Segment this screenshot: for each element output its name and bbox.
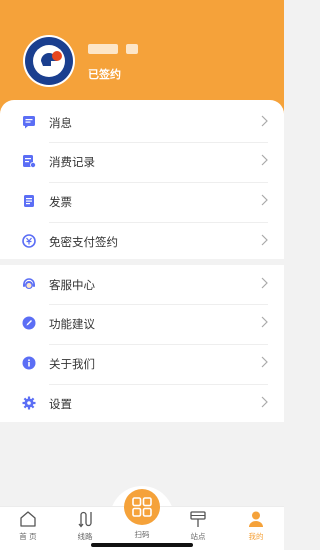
menu-item-customer-service[interactable]: 客服中心 [0, 264, 284, 304]
tab-label: 扫码 [134, 530, 150, 539]
home-icon [20, 511, 36, 527]
avatar[interactable] [23, 35, 75, 87]
masked-name-part [88, 44, 118, 54]
menu-item-label: 发票 [49, 195, 72, 209]
password-free-pay-icon [21, 233, 37, 249]
menu-item-invoice[interactable]: 发票 [0, 181, 284, 221]
chevron-right-icon [261, 356, 268, 368]
info-icon [21, 355, 37, 371]
chevron-right-icon [261, 194, 268, 206]
user-name-masked [88, 44, 138, 54]
tab-label: 首 页 [19, 532, 37, 541]
menu-item-about-us[interactable]: 关于我们 [0, 343, 284, 383]
consumption-record-icon [21, 153, 37, 169]
menu-item-feedback[interactable]: 功能建议 [0, 303, 284, 343]
chevron-right-icon [261, 234, 268, 246]
menu-item-settings[interactable]: 设置 [0, 383, 284, 423]
chevron-right-icon [261, 316, 268, 328]
station-icon [190, 511, 206, 527]
profile-icon [249, 511, 263, 527]
menu-item-label: 关于我们 [49, 357, 95, 371]
invoice-icon [21, 193, 37, 209]
gear-icon [21, 395, 37, 411]
tab-scan-button[interactable] [124, 489, 160, 525]
menu-item-password-free-payment[interactable]: 免密支付签约 [0, 221, 284, 261]
menu-card: 消息 消费记录 发票 免密支付签约 客服中心 功能建议 关于我们 设置 [0, 100, 284, 422]
menu-item-consumption-records[interactable]: 消费记录 [0, 141, 284, 181]
menu-item-label: 设置 [49, 397, 72, 411]
chevron-right-icon [261, 115, 268, 127]
sign-status-label: 已签约 [88, 68, 121, 81]
menu-item-messages[interactable]: 消息 [0, 102, 284, 142]
scan-qr-icon [132, 497, 152, 517]
feedback-pencil-icon [21, 315, 37, 331]
menu-item-label: 消息 [49, 116, 72, 130]
menu-item-label: 消费记录 [49, 155, 95, 169]
chevron-right-icon [261, 154, 268, 166]
masked-name-part [126, 44, 138, 54]
menu-item-label: 免密支付签约 [49, 235, 118, 249]
chevron-right-icon [261, 396, 268, 408]
chevron-right-icon [261, 277, 268, 289]
menu-item-label: 客服中心 [49, 278, 95, 292]
home-indicator [91, 543, 193, 547]
message-icon [21, 114, 37, 130]
route-icon [78, 511, 92, 528]
tab-home[interactable]: 首 页 [0, 507, 56, 550]
menu-item-label: 功能建议 [49, 317, 95, 331]
customer-service-icon [21, 276, 37, 292]
tab-label: 站点 [190, 532, 206, 541]
tab-label: 线路 [77, 532, 93, 541]
tab-profile[interactable]: 我的 [228, 507, 284, 550]
tab-label: 我的 [248, 532, 264, 541]
